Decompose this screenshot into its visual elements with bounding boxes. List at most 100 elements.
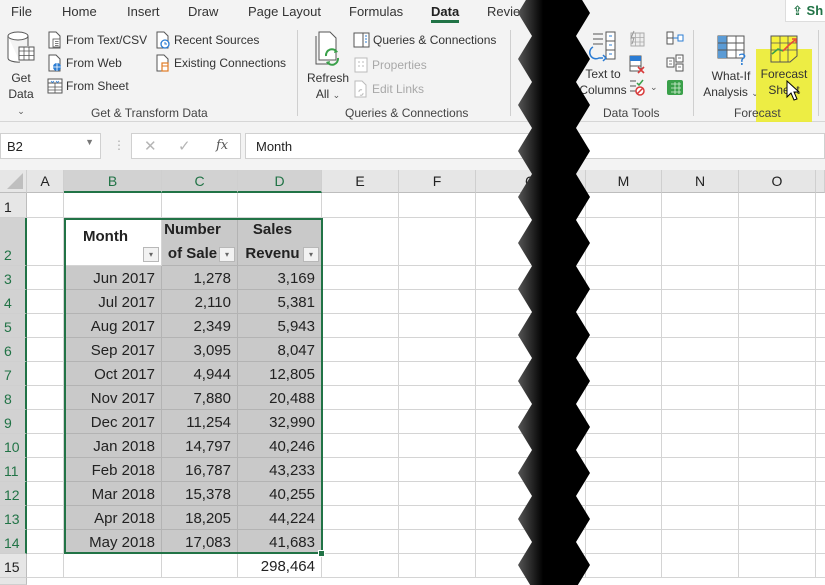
cell-a6[interactable]	[27, 338, 64, 362]
cell-o8[interactable]	[739, 386, 816, 410]
cell-n4[interactable]	[662, 290, 739, 314]
cell-n15[interactable]	[662, 554, 739, 578]
cell-c3[interactable]: 1,278	[162, 266, 238, 290]
fill-handle[interactable]	[318, 550, 325, 557]
from-text-csv-button[interactable]: From Text/CSV	[47, 30, 147, 50]
row-header-6[interactable]: 6	[0, 338, 27, 362]
cell-d9[interactable]: 32,990	[238, 410, 322, 434]
row-header-4[interactable]: 4	[0, 290, 27, 314]
cell-o13[interactable]	[739, 506, 816, 530]
cell-d5[interactable]: 5,943	[238, 314, 322, 338]
cell-e13[interactable]	[322, 506, 399, 530]
chevron-down-icon[interactable]: ▼	[85, 137, 94, 147]
cell-c1[interactable]	[162, 193, 238, 218]
cell-b7[interactable]: Oct 2017	[64, 362, 162, 386]
share-button[interactable]: ⇪ Sh	[785, 0, 825, 22]
cell-d14[interactable]: 41,683	[238, 530, 322, 554]
cell-o11[interactable]	[739, 458, 816, 482]
cell-f7[interactable]	[399, 362, 476, 386]
cell-m6[interactable]	[586, 338, 662, 362]
row-header-16[interactable]	[0, 578, 27, 585]
cell-n13[interactable]	[662, 506, 739, 530]
cell-e5[interactable]	[322, 314, 399, 338]
row-header-10[interactable]: 10	[0, 434, 27, 458]
cell-c11[interactable]: 16,787	[162, 458, 238, 482]
row-header-2[interactable]: 2	[0, 218, 27, 266]
cell-o14[interactable]	[739, 530, 816, 554]
tab-page-layout[interactable]: Page Layout	[248, 4, 321, 19]
cell-e12[interactable]	[322, 482, 399, 506]
cell-e4[interactable]	[322, 290, 399, 314]
cell-m9[interactable]	[586, 410, 662, 434]
row-header-15[interactable]: 15	[0, 554, 27, 578]
column-header-f[interactable]: F	[399, 170, 476, 193]
cell-b10[interactable]: Jan 2018	[64, 434, 162, 458]
cell-n8[interactable]	[662, 386, 739, 410]
tab-draw[interactable]: Draw	[188, 4, 218, 19]
cell-e2[interactable]	[322, 218, 399, 266]
enter-icon[interactable]: ✓	[178, 137, 191, 155]
cell-o15[interactable]	[739, 554, 816, 578]
cell-m15[interactable]	[586, 554, 662, 578]
cell-a12[interactable]	[27, 482, 64, 506]
cell-c6[interactable]: 3,095	[162, 338, 238, 362]
cell-n5[interactable]	[662, 314, 739, 338]
cell-c5[interactable]: 2,349	[162, 314, 238, 338]
cell-e3[interactable]	[322, 266, 399, 290]
row-header-8[interactable]: 8	[0, 386, 27, 410]
cell-a3[interactable]	[27, 266, 64, 290]
filter-dropdown-button[interactable]: ▾	[219, 247, 235, 262]
cell-n6[interactable]	[662, 338, 739, 362]
cell-a10[interactable]	[27, 434, 64, 458]
consolidate-button[interactable]	[666, 30, 684, 51]
cell-a5[interactable]	[27, 314, 64, 338]
row-header-11[interactable]: 11	[0, 458, 27, 482]
cell-b4[interactable]: Jul 2017	[64, 290, 162, 314]
cell-o4[interactable]	[739, 290, 816, 314]
cell-n2[interactable]	[662, 218, 739, 266]
cell-b14[interactable]: May 2018	[64, 530, 162, 554]
existing-connections-button[interactable]: Existing Connections	[155, 53, 286, 73]
cell-f6[interactable]	[399, 338, 476, 362]
cell-o9[interactable]	[739, 410, 816, 434]
cell-a14[interactable]	[27, 530, 64, 554]
cell-n12[interactable]	[662, 482, 739, 506]
cell-b11[interactable]: Feb 2018	[64, 458, 162, 482]
insert-function-icon[interactable]: fx	[216, 138, 228, 153]
cell-f11[interactable]	[399, 458, 476, 482]
filter-dropdown-button[interactable]: ▾	[143, 247, 159, 262]
cell-m3[interactable]	[586, 266, 662, 290]
cell-f14[interactable]	[399, 530, 476, 554]
cell-b6[interactable]: Sep 2017	[64, 338, 162, 362]
cell-m13[interactable]	[586, 506, 662, 530]
from-sheet-button[interactable]: From Sheet	[47, 76, 129, 96]
cell-d2[interactable]: Sales Revenu ▾	[238, 218, 322, 266]
row-header-13[interactable]: 13	[0, 506, 27, 530]
cell-b3[interactable]: Jun 2017	[64, 266, 162, 290]
cell-f8[interactable]	[399, 386, 476, 410]
cell-a11[interactable]	[27, 458, 64, 482]
cell-c9[interactable]: 11,254	[162, 410, 238, 434]
cell-m2[interactable]	[586, 218, 662, 266]
cell-b13[interactable]: Apr 2018	[64, 506, 162, 530]
column-header-d[interactable]: D	[238, 170, 322, 193]
row-header-5[interactable]: 5	[0, 314, 27, 338]
cell-f15[interactable]	[399, 554, 476, 578]
remove-duplicates-button[interactable]	[628, 54, 646, 79]
recent-sources-button[interactable]: Recent Sources	[155, 30, 259, 50]
cell-n10[interactable]	[662, 434, 739, 458]
cell-e15[interactable]	[322, 554, 399, 578]
cell-n7[interactable]	[662, 362, 739, 386]
column-header-a[interactable]: A	[27, 170, 64, 193]
tab-home[interactable]: Home	[62, 4, 97, 19]
cell-a2[interactable]	[27, 218, 64, 266]
column-header-m[interactable]: M	[586, 170, 662, 193]
cell-a13[interactable]	[27, 506, 64, 530]
row-header-3[interactable]: 3	[0, 266, 27, 290]
cell-n1[interactable]	[662, 193, 739, 218]
cell-a7[interactable]	[27, 362, 64, 386]
cell-d7[interactable]: 12,805	[238, 362, 322, 386]
row-header-9[interactable]: 9	[0, 410, 27, 434]
cell-n9[interactable]	[662, 410, 739, 434]
cell-o2[interactable]	[739, 218, 816, 266]
